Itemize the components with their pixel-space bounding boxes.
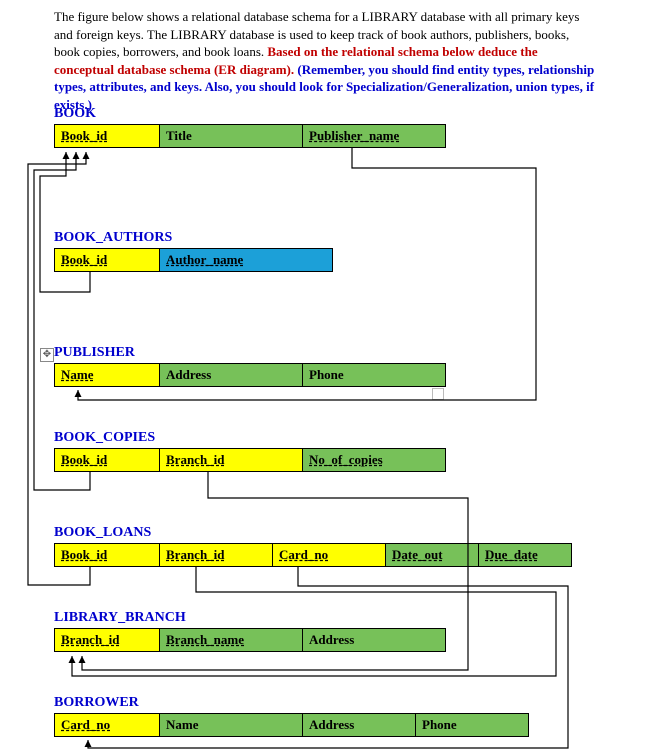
selection-handle-icon <box>432 388 444 400</box>
title-borrower: BORROWER <box>54 695 139 711</box>
borrower-col-3: Phone <box>416 714 529 737</box>
title-publisher: PUBLISHER <box>54 345 135 361</box>
book_loans-col-0: Book_id <box>55 544 160 567</box>
table-borrower: Card_noNameAddressPhone <box>54 713 529 737</box>
table-book-copies: Book_idBranch_idNo_of_copies <box>54 448 446 472</box>
library_branch-col-0: Branch_id <box>55 629 160 652</box>
page-content: The figure below shows a relational data… <box>0 0 652 129</box>
book-col-2: Publisher_name <box>303 125 446 148</box>
move-handle-icon[interactable]: ✥ <box>40 348 54 362</box>
book_loans-col-1: Branch_id <box>160 544 273 567</box>
book-col-0: Book_id <box>55 125 160 148</box>
title-book: BOOK <box>54 106 96 122</box>
borrower-col-2: Address <box>303 714 416 737</box>
publisher-col-1: Address <box>160 364 303 387</box>
borrower-col-0: Card_no <box>55 714 160 737</box>
title-book-copies: BOOK_COPIES <box>54 430 155 446</box>
book_copies-col-2: No_of_copies <box>303 449 446 472</box>
library_branch-col-2: Address <box>303 629 446 652</box>
title-book-authors: BOOK_AUTHORS <box>54 230 172 246</box>
intro-paragraph: The figure below shows a relational data… <box>54 8 598 113</box>
table-book-loans: Book_idBranch_idCard_noDate_outDue_date <box>54 543 572 567</box>
book_authors-col-1: Author_name <box>160 249 333 272</box>
table-book-authors: Book_idAuthor_name <box>54 248 333 272</box>
book_copies-col-1: Branch_id <box>160 449 303 472</box>
publisher-col-0: Name <box>55 364 160 387</box>
book_authors-col-0: Book_id <box>55 249 160 272</box>
table-publisher: NameAddressPhone <box>54 363 446 387</box>
borrower-col-1: Name <box>160 714 303 737</box>
title-library-branch: LIBRARY_BRANCH <box>54 610 186 626</box>
book_loans-col-3: Date_out <box>386 544 479 567</box>
table-library-branch: Branch_idBranch_nameAddress <box>54 628 446 652</box>
title-book-loans: BOOK_LOANS <box>54 525 151 541</box>
book_copies-col-0: Book_id <box>55 449 160 472</box>
publisher-col-2: Phone <box>303 364 446 387</box>
book_loans-col-4: Due_date <box>479 544 572 567</box>
book_loans-col-2: Card_no <box>273 544 386 567</box>
table-book: Book_idTitlePublisher_name <box>54 124 446 148</box>
library_branch-col-1: Branch_name <box>160 629 303 652</box>
book-col-1: Title <box>160 125 303 148</box>
